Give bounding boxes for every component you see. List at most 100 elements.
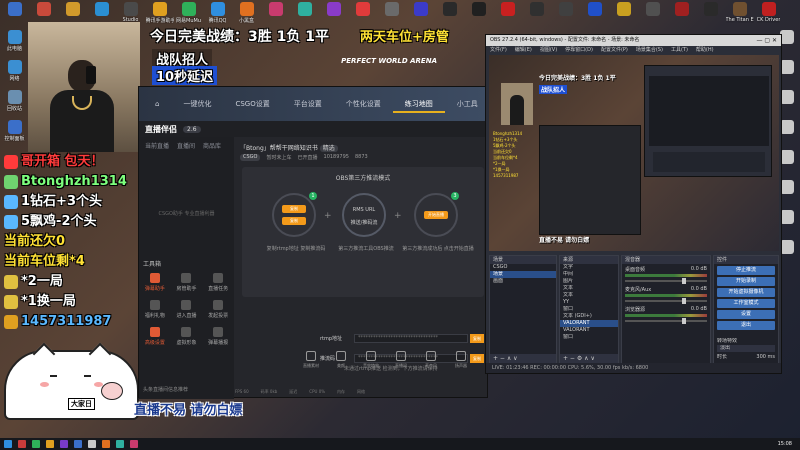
home-icon[interactable]: ⌂ xyxy=(143,95,171,113)
obs-menu-item[interactable]: 场景集合(S) xyxy=(636,46,663,55)
nav-tab[interactable]: 练习地图 xyxy=(392,95,445,113)
bottom-tool[interactable]: 直播素材 xyxy=(299,351,323,369)
desktop-shortcut[interactable] xyxy=(290,0,319,28)
nav-tab[interactable]: CSGO设置 xyxy=(223,95,281,113)
source-item[interactable]: 窗口 xyxy=(560,306,618,313)
taskbar-app-icon[interactable] xyxy=(32,440,40,448)
start-live-button[interactable]: 开始直播 xyxy=(424,211,448,219)
source-item[interactable]: VALORANT xyxy=(560,320,618,327)
desktop-shortcut[interactable] xyxy=(609,0,638,28)
taskbar-app-icon[interactable] xyxy=(130,440,138,448)
volume-slider[interactable] xyxy=(625,298,707,304)
desktop-shortcut[interactable]: 回收站 xyxy=(0,88,29,118)
obs-menu-item[interactable]: 配置文件(P) xyxy=(601,46,628,55)
desktop-shortcut[interactable] xyxy=(638,0,667,28)
desktop-shortcut[interactable]: 腾讯手游助手 xyxy=(145,0,174,28)
copy-rtmp-button[interactable]: 复制 xyxy=(282,205,306,213)
bottom-tool[interactable]: 美颜 xyxy=(329,351,353,369)
desktop-shortcut[interactable]: The Titan Engineer xyxy=(725,0,754,28)
desktop-shortcut[interactable]: 网易MuMu xyxy=(174,0,203,28)
bottom-tool[interactable]: 麦克风 xyxy=(419,351,443,369)
taskbar-app-icon[interactable] xyxy=(60,440,68,448)
desktop-shortcut[interactable] xyxy=(696,0,725,28)
taskbar-app-icon[interactable] xyxy=(74,440,82,448)
obs-menu-item[interactable]: 帮助(H) xyxy=(696,46,714,55)
side-tab[interactable]: 当前直播 xyxy=(145,141,169,150)
source-item[interactable]: 文本 xyxy=(560,292,618,299)
room-pill[interactable]: 精选 xyxy=(319,145,338,152)
source-item[interactable]: VALORANT xyxy=(560,327,618,334)
obs-menu-item[interactable]: 文件(F) xyxy=(490,46,507,55)
desktop-shortcut[interactable]: 网络 xyxy=(0,58,29,88)
desktop-shortcut[interactable] xyxy=(406,0,435,28)
copy-key-button[interactable]: 复制 xyxy=(282,217,306,225)
desktop-shortcut[interactable] xyxy=(261,0,290,28)
toolbox-item[interactable]: 弹幕播报 xyxy=(202,327,234,346)
obs-menu-item[interactable]: 工具(T) xyxy=(671,46,688,55)
scene-entry[interactable]: 画面 xyxy=(490,278,556,285)
taskbar-app-icon[interactable] xyxy=(102,440,110,448)
toolbox-item[interactable]: 进入直播 xyxy=(171,300,203,319)
toolbox-item[interactable]: 直播任务 xyxy=(202,273,234,292)
control-button[interactable]: 停止推流 xyxy=(717,266,775,275)
bottom-tool[interactable]: 扬声器 xyxy=(449,351,473,369)
control-button[interactable]: 设置 xyxy=(717,310,775,319)
nav-tab[interactable]: 个性化设置 xyxy=(334,95,393,113)
desktop-shortcut[interactable]: 腾讯QQ xyxy=(203,0,232,28)
taskbar-app-icon[interactable] xyxy=(46,440,54,448)
bottom-tool[interactable]: 直播间 xyxy=(389,351,413,369)
desktop-shortcut[interactable]: CK Driver xyxy=(754,0,783,28)
obs-menu-item[interactable]: 停靠窗口(D) xyxy=(565,46,593,55)
desktop-shortcut[interactable]: 此电脑 xyxy=(0,28,29,58)
source-item[interactable]: 文字 xyxy=(560,264,618,271)
control-button[interactable]: 开始虚拟摄像机 xyxy=(717,288,775,297)
toolbox-item[interactable]: 虚拟形象 xyxy=(171,327,203,346)
window-controls[interactable]: — ▢ ✕ xyxy=(756,35,777,46)
taskbar-app-icon[interactable] xyxy=(116,440,124,448)
taskbar-app-icon[interactable] xyxy=(18,440,26,448)
desktop-shortcut[interactable] xyxy=(435,0,464,28)
side-tab[interactable]: 商品库 xyxy=(203,141,221,150)
volume-slider[interactable] xyxy=(625,278,707,284)
scene-entry[interactable]: 场景 xyxy=(490,271,556,278)
desktop-shortcut[interactable]: 控制面板 xyxy=(0,118,29,148)
desktop-shortcut[interactable] xyxy=(551,0,580,28)
toolbox-item[interactable]: 发起投票 xyxy=(202,300,234,319)
desktop-shortcut[interactable] xyxy=(377,0,406,28)
desktop-shortcut[interactable]: 小黑盒 xyxy=(232,0,261,28)
desktop-shortcut[interactable] xyxy=(667,0,696,28)
copy-rtmp-small[interactable]: 复制 xyxy=(470,333,484,343)
source-item[interactable]: 文本 (GDI+) xyxy=(560,313,618,320)
taskbar-app-icon[interactable] xyxy=(88,440,96,448)
source-item[interactable]: YY xyxy=(560,299,618,306)
nav-tab[interactable]: 平台设置 xyxy=(282,95,334,113)
desktop-shortcut[interactable] xyxy=(522,0,551,28)
desktop-shortcut[interactable] xyxy=(464,0,493,28)
toolbox-item[interactable]: 福利礼物 xyxy=(139,300,171,319)
toolbox-item[interactable]: 高级设置 xyxy=(139,327,171,346)
control-button[interactable]: 工作室模式 xyxy=(717,299,775,308)
taskbar-app-icon[interactable] xyxy=(4,440,12,448)
desktop-shortcut[interactable] xyxy=(319,0,348,28)
desktop-shortcut[interactable] xyxy=(580,0,609,28)
source-item[interactable]: 图片 xyxy=(560,278,618,285)
desktop-shortcut[interactable] xyxy=(493,0,522,28)
desktop-shortcut[interactable] xyxy=(348,0,377,28)
obs-menu-item[interactable]: 编辑(E) xyxy=(515,46,532,55)
desktop-shortcut[interactable] xyxy=(0,0,29,28)
obs-menu-item[interactable]: 视图(V) xyxy=(540,46,557,55)
control-button[interactable]: 开始录制 xyxy=(717,277,775,286)
nav-tab[interactable]: 一键优化 xyxy=(171,95,223,113)
toolbox-item[interactable]: 房管助手 xyxy=(171,273,203,292)
side-tab[interactable]: 直播间 xyxy=(177,141,195,150)
transition-select[interactable]: 淡出 xyxy=(717,345,775,352)
volume-slider[interactable] xyxy=(625,318,707,324)
source-item[interactable]: 中间 xyxy=(560,271,618,278)
rtmp-field[interactable]: ******************************** xyxy=(354,333,468,343)
source-item[interactable]: 文本 xyxy=(560,285,618,292)
nav-tab[interactable]: 小工具 xyxy=(445,95,490,113)
toolbox-item[interactable]: 弹幕助手 xyxy=(139,273,171,292)
taskbar-clock[interactable]: 15:08 xyxy=(778,438,792,450)
bottom-tool[interactable]: 音效特效 xyxy=(359,351,383,369)
control-button[interactable]: 退出 xyxy=(717,321,775,330)
